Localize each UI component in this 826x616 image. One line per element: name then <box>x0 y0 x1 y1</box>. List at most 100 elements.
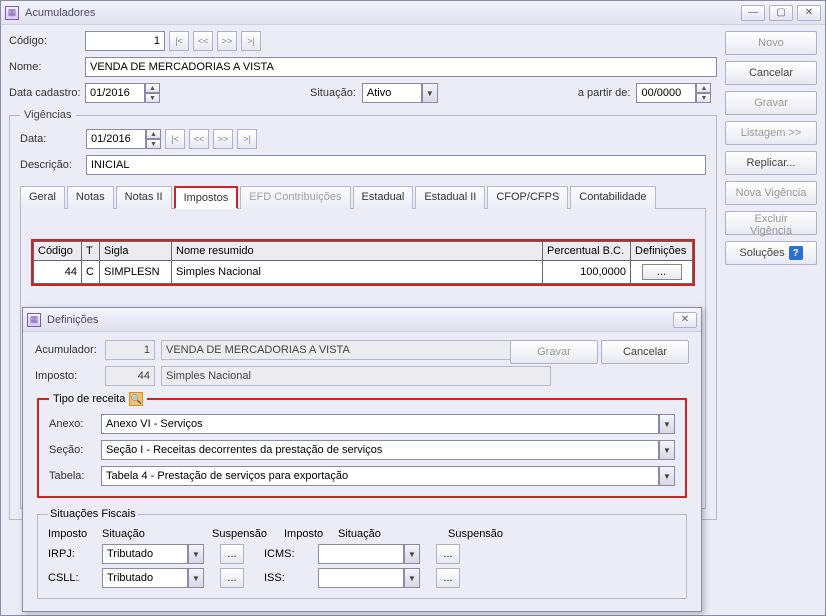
tab-estadual[interactable]: Estadual <box>353 186 414 209</box>
solucoes-label: Soluções <box>739 247 784 259</box>
definicoes-button[interactable]: ... <box>642 264 682 280</box>
table-row[interactable]: 44 C SIMPLESN Simples Nacional 100,0000 … <box>34 261 693 284</box>
csll-combo[interactable]: Tributado▼ <box>102 568 204 588</box>
label-nome: Nome: <box>9 61 85 73</box>
vig-data-spinner[interactable]: 01/2016 ▲▼ <box>86 129 161 149</box>
label-iss: ISS: <box>264 572 318 584</box>
th-t: T <box>82 242 100 261</box>
iss-value <box>318 568 404 588</box>
iss-combo[interactable]: ▼ <box>318 568 420 588</box>
cell-sigla: SIMPLESN <box>100 261 172 284</box>
spin-up-icon[interactable]: ▲ <box>145 83 160 93</box>
tab-contabilidade[interactable]: Contabilidade <box>570 186 655 209</box>
chevron-down-icon[interactable]: ▼ <box>659 440 675 460</box>
icms-combo[interactable]: ▼ <box>318 544 420 564</box>
cell-codigo: 44 <box>34 261 82 284</box>
tab-cfop[interactable]: CFOP/CFPS <box>487 186 568 209</box>
secao-combo[interactable]: Seção I - Receitas decorrentes da presta… <box>101 440 675 460</box>
nav-last-icon[interactable]: >| <box>241 31 261 51</box>
novo-button[interactable]: Novo <box>725 31 817 55</box>
tabstrip: Geral Notas Notas II Impostos EFD Contri… <box>20 185 706 209</box>
label-secao: Seção: <box>49 444 101 456</box>
chevron-down-icon[interactable]: ▼ <box>659 414 675 434</box>
nav-next-icon[interactable]: >> <box>217 31 237 51</box>
vig-nav-last-icon[interactable]: >| <box>237 129 257 149</box>
tab-notas[interactable]: Notas <box>67 186 114 209</box>
anexo-combo[interactable]: Anexo VI - Serviços ▼ <box>101 414 675 434</box>
def-acumulador-code: 1 <box>105 340 155 360</box>
vig-descricao-field[interactable]: INICIAL <box>86 155 706 175</box>
irpj-susp-button[interactable]: ... <box>220 544 244 564</box>
minimize-button[interactable]: — <box>741 5 765 21</box>
spin-down-icon[interactable]: ▼ <box>146 139 161 149</box>
spin-up-icon[interactable]: ▲ <box>696 83 711 93</box>
label-vig-data: Data: <box>20 133 86 145</box>
irpj-combo[interactable]: Tributado▼ <box>102 544 204 564</box>
csll-susp-button[interactable]: ... <box>220 568 244 588</box>
h-situacao1: Situação <box>102 528 212 540</box>
nav-first-icon[interactable]: |< <box>169 31 189 51</box>
chevron-down-icon[interactable]: ▼ <box>404 544 420 564</box>
codigo-field[interactable]: 1 <box>85 31 165 51</box>
apartir-spinner[interactable]: 00/0000 ▲▼ <box>636 83 711 103</box>
impostos-table: Código T Sigla Nome resumido Percentual … <box>33 241 693 284</box>
gravar-button[interactable]: Gravar <box>725 91 817 115</box>
maximize-button[interactable]: ▢ <box>769 5 793 21</box>
tabela-combo[interactable]: Tabela 4 - Prestação de serviços para ex… <box>101 466 675 486</box>
vig-data-value[interactable]: 01/2016 <box>86 129 146 149</box>
sit-headers: Imposto Situação Suspensão Imposto Situa… <box>48 528 676 540</box>
iss-susp-button[interactable]: ... <box>436 568 460 588</box>
label-anexo: Anexo: <box>49 418 101 430</box>
excluir-vigencia-button[interactable]: Excluir Vigência <box>725 211 817 235</box>
window-title: Acumuladores <box>25 7 737 19</box>
anexo-value: Anexo VI - Serviços <box>101 414 659 434</box>
th-nome: Nome resumido <box>172 242 543 261</box>
chevron-down-icon[interactable]: ▼ <box>659 466 675 486</box>
data-cadastro-spinner[interactable]: 01/2016 ▲▼ <box>85 83 160 103</box>
data-cadastro-value[interactable]: 01/2016 <box>85 83 145 103</box>
chevron-down-icon[interactable]: ▼ <box>188 544 204 564</box>
nome-field[interactable]: VENDA DE MERCADORIAS A VISTA <box>85 57 717 77</box>
chevron-down-icon[interactable]: ▼ <box>188 568 204 588</box>
sit-row-csll: CSLL: Tributado▼ ... ISS: ▼ ... <box>48 568 676 588</box>
icms-susp-button[interactable]: ... <box>436 544 460 564</box>
titlebar: ▦ Acumuladores — ▢ ✕ <box>1 1 825 25</box>
tipo-receita-legend: Tipo de receita <box>53 393 125 405</box>
nova-vigencia-button[interactable]: Nova Vigência <box>725 181 817 205</box>
label-def-acumulador: Acumulador: <box>35 344 105 356</box>
apartir-value[interactable]: 00/0000 <box>636 83 696 103</box>
tab-estadual2[interactable]: Estadual II <box>415 186 485 209</box>
tab-geral[interactable]: Geral <box>20 186 65 209</box>
def-gravar-button[interactable]: Gravar <box>510 340 598 364</box>
spin-up-icon[interactable]: ▲ <box>146 129 161 139</box>
tab-notas2[interactable]: Notas II <box>116 186 172 209</box>
close-button[interactable]: ✕ <box>797 5 821 21</box>
solucoes-button[interactable]: Soluções ? <box>725 241 817 265</box>
def-imposto-code: 44 <box>105 366 155 386</box>
chevron-down-icon[interactable]: ▼ <box>404 568 420 588</box>
lookup-icon[interactable]: 🔍 <box>129 392 143 406</box>
replicar-button[interactable]: Replicar... <box>725 151 817 175</box>
th-codigo: Código <box>34 242 82 261</box>
tab-impostos[interactable]: Impostos <box>174 186 239 209</box>
th-def: Definições <box>631 242 693 261</box>
situacao-combo[interactable]: Ativo ▼ <box>362 83 438 103</box>
help-icon: ? <box>789 246 803 260</box>
label-situacao: Situação: <box>310 87 356 99</box>
def-cancelar-button[interactable]: Cancelar <box>601 340 689 364</box>
listagem-button[interactable]: Listagem >> <box>725 121 817 145</box>
spin-down-icon[interactable]: ▼ <box>145 93 160 103</box>
vig-nav-next-icon[interactable]: >> <box>213 129 233 149</box>
label-vig-descricao: Descrição: <box>20 159 86 171</box>
cancelar-button[interactable]: Cancelar <box>725 61 817 85</box>
nav-prev-icon[interactable]: << <box>193 31 213 51</box>
label-data-cadastro: Data cadastro: <box>9 87 85 99</box>
vig-nav-prev-icon[interactable]: << <box>189 129 209 149</box>
spin-down-icon[interactable]: ▼ <box>696 93 711 103</box>
vig-nav-first-icon[interactable]: |< <box>165 129 185 149</box>
vigencias-legend: Vigências <box>20 109 76 121</box>
tab-efd[interactable]: EFD Contribuições <box>240 186 350 209</box>
chevron-down-icon[interactable]: ▼ <box>422 83 438 103</box>
def-close-button[interactable]: ✕ <box>673 312 697 328</box>
h-imposto2: Imposto <box>284 528 338 540</box>
